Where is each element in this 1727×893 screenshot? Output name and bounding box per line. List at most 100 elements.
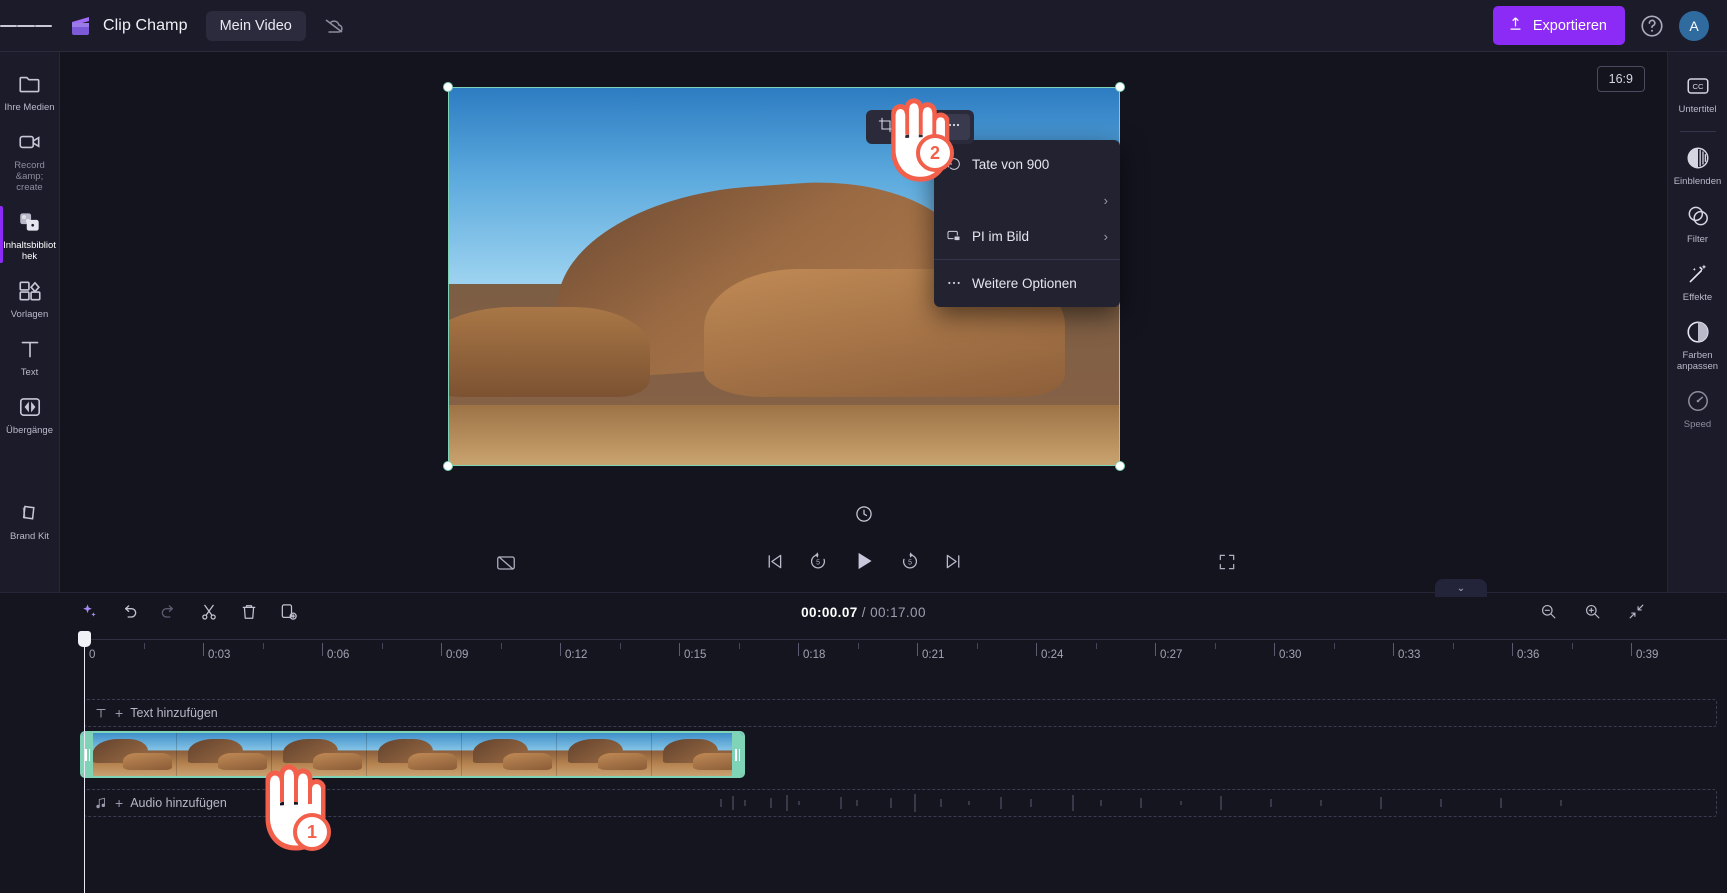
fit-button[interactable]	[904, 114, 936, 140]
menu-item-picture-in-picture[interactable]: PI im Bild ›	[934, 218, 1120, 254]
sidebar-item-label: Record &amp; create	[14, 160, 45, 193]
menu-item-rotate[interactable]: Tate von 900	[934, 146, 1120, 182]
skip-to-end-button[interactable]	[943, 551, 964, 577]
folder-icon	[17, 71, 43, 97]
menu-divider	[934, 259, 1120, 260]
menu-item-label: Weitere Optionen	[972, 275, 1077, 291]
clip-trim-handle-right[interactable]	[732, 733, 743, 776]
menu-item-label: Tate von 900	[972, 156, 1050, 172]
avatar[interactable]: A	[1679, 10, 1709, 41]
divider	[1679, 131, 1716, 132]
ruler-tick-major: 0:09	[441, 643, 468, 661]
collapse-timeline-button[interactable]: ⌄	[1435, 579, 1487, 597]
sidebar-item-effekte[interactable]: Effekte	[1668, 252, 1727, 310]
ruler-tick-label: 0:18	[803, 649, 826, 661]
current-time: 00:00.07	[801, 605, 858, 620]
sidebar-item-label: Übergänge	[5, 425, 53, 436]
sidebar-item-label: Untertitel	[1678, 104, 1717, 115]
resize-handle-top-right[interactable]	[1115, 82, 1125, 92]
playhead-handle[interactable]	[78, 631, 91, 647]
fullscreen-icon[interactable]	[1217, 552, 1237, 577]
text-t-icon	[17, 336, 43, 362]
zoom-in-button[interactable]	[1579, 601, 1605, 627]
clip-thumbnail	[557, 733, 652, 776]
sidebar-item-record-create[interactable]: Record &amp; create	[0, 120, 60, 200]
sidebar-item-text[interactable]: Text	[0, 327, 60, 385]
resize-handle-bottom-left[interactable]	[443, 461, 453, 471]
sidebar-item-farben-anpassen[interactable]: Farben anpassen	[1668, 310, 1727, 379]
more-options-button[interactable]	[938, 114, 970, 140]
sidebar-item-label: Inhaltsbibliothek	[3, 240, 56, 262]
timeline-ruler[interactable]: 0 0:03 0:06 0:09 0:12 0:15 0:18 0:21 0:24 0:27 0:3…	[84, 633, 1727, 671]
clipchamp-logo-icon	[68, 13, 94, 39]
sidebar-item-vorlagen[interactable]: Vorlagen	[0, 269, 60, 327]
total-time: 00:17.00	[870, 605, 926, 620]
templates-grid-icon	[17, 278, 43, 304]
track-add-text[interactable]: + Text hinzufügen	[84, 699, 1717, 727]
aspect-ratio-badge[interactable]: 16:9	[1596, 66, 1645, 92]
replay-icon[interactable]	[854, 504, 874, 529]
menu-item-weitere-optionen[interactable]: Weitere Optionen	[934, 265, 1120, 301]
rotate-icon	[946, 156, 962, 172]
timecode-display: 00:00.07 / 00:17.00	[0, 605, 1727, 620]
ruler-tick-major: 0:03	[203, 643, 230, 661]
cloud-off-icon[interactable]	[322, 14, 346, 38]
ruler-tick-label: 0:12	[565, 649, 588, 661]
resize-handle-top-left[interactable]	[443, 82, 453, 92]
skip-to-start-button[interactable]	[764, 551, 785, 577]
ruler-tick-major: 0:27	[1155, 643, 1182, 661]
sidebar-item-uebergaenge[interactable]: Übergänge	[0, 385, 60, 443]
brand-kit-icon	[17, 500, 43, 526]
export-button[interactable]: Exportieren	[1492, 6, 1625, 45]
timeline-toolbar: ⌄ 00:00.07 / 00:17.00	[0, 579, 1727, 633]
magnifier-plus-icon	[1583, 602, 1602, 626]
hamburger-icon[interactable]	[0, 22, 52, 30]
ruler-tick-major: 0:15	[679, 643, 706, 661]
skip-back-icon	[764, 551, 785, 577]
play-icon	[851, 548, 877, 579]
sidebar-item-einblenden[interactable]: Einblenden	[1668, 136, 1727, 194]
sidebar-item-inhaltsbibliothek[interactable]: Inhaltsbibliothek	[0, 200, 60, 269]
menu-item-label: PI im Bild	[972, 228, 1030, 244]
zoom-out-button[interactable]	[1535, 601, 1561, 627]
ruler-tick-label: 0:33	[1398, 649, 1421, 661]
sidebar-item-ihre-medien[interactable]: Ihre Medien	[0, 62, 60, 120]
project-name-chip[interactable]: Mein Video	[205, 10, 306, 41]
playhead[interactable]	[78, 631, 91, 893]
sidebar-item-brand-kit[interactable]: Brand Kit	[0, 491, 60, 549]
ruler-tick-minor	[143, 643, 145, 649]
magnifier-minus-icon	[1539, 602, 1558, 626]
ruler-tick-major: 0:18	[798, 643, 825, 661]
sidebar-item-label: Effekte	[1682, 292, 1713, 303]
picture-in-picture-icon	[946, 228, 962, 244]
crop-icon	[878, 117, 894, 138]
help-circle-icon[interactable]	[1639, 13, 1665, 39]
resize-handle-bottom-right[interactable]	[1115, 461, 1125, 471]
content-library-icon	[17, 209, 43, 235]
add-plus-icon: +	[115, 705, 124, 721]
play-button[interactable]	[851, 548, 877, 579]
rewind-5-button[interactable]: 5	[807, 550, 829, 577]
brand-logo-group[interactable]: Clip Champ	[68, 13, 188, 39]
crop-button[interactable]	[870, 114, 902, 140]
ground-region	[449, 404, 1119, 465]
video-camera-icon	[17, 129, 43, 155]
fit-timeline-button[interactable]	[1623, 601, 1649, 627]
video-clip[interactable]	[80, 731, 745, 778]
sidebar-item-label: Vorlagen	[10, 309, 49, 320]
music-note-icon	[94, 796, 108, 810]
ruler-tick-major: 0:21	[917, 643, 944, 661]
sidebar-item-filter[interactable]: Filter	[1668, 194, 1727, 252]
sidebar-item-speed[interactable]: Speed	[1668, 379, 1727, 437]
forward-5-button[interactable]: 5	[899, 550, 921, 577]
clip-thumbnail	[272, 733, 367, 776]
sidebar-item-label: Speed	[1683, 419, 1712, 430]
forward-5-icon: 5	[899, 550, 921, 577]
timeline-panel: ⌄ 00:00.07 / 00:17.00 0 0:03 0:06 0:09 0…	[0, 579, 1727, 893]
ruler-tick-major: 0:33	[1393, 643, 1420, 661]
ruler-tick-minor	[738, 643, 740, 649]
menu-item-secondary[interactable]: ›	[934, 182, 1120, 218]
ruler-tick-major: 0:24	[1036, 643, 1063, 661]
sidebar-item-untertitel[interactable]: CC Untertitel	[1668, 64, 1727, 122]
fit-horizontal-icon	[911, 117, 929, 138]
